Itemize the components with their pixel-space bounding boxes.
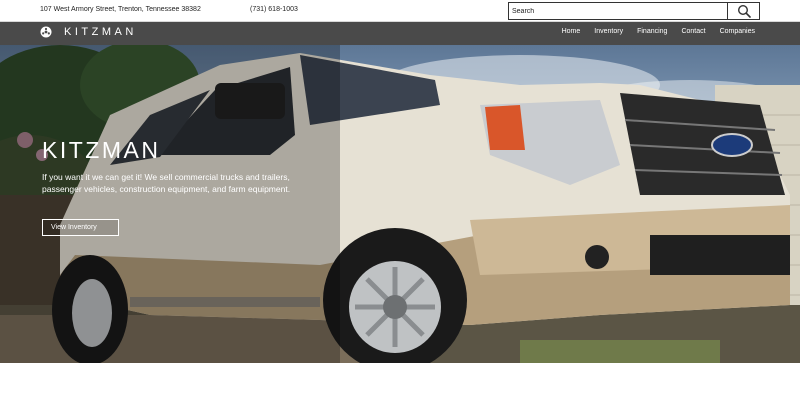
main-navbar: KITZMAN Home Inventory Financing Contact… — [0, 22, 800, 45]
view-inventory-button[interactable]: View Inventory — [42, 219, 119, 236]
phone-number[interactable]: (731) 618-1003 — [250, 6, 298, 13]
brand-name: KITZMAN — [64, 26, 137, 38]
nav-financing[interactable]: Financing — [637, 28, 667, 35]
search-input[interactable] — [509, 3, 727, 19]
page-bottom-space — [0, 363, 800, 406]
search-box — [508, 2, 760, 20]
primary-nav: Home Inventory Financing Contact Compani… — [562, 28, 755, 35]
hero-description: If you want it we can get it! We sell co… — [42, 172, 291, 194]
nav-contact[interactable]: Contact — [681, 28, 705, 35]
nav-home[interactable]: Home — [562, 28, 581, 35]
address-text: 107 West Armory Street, Trenton, Tenness… — [40, 6, 201, 13]
search-button[interactable] — [727, 3, 759, 19]
nav-inventory[interactable]: Inventory — [594, 28, 623, 35]
wheel-logo-icon — [40, 26, 52, 38]
hero-title: KITZMAN — [42, 137, 161, 163]
top-info-bar: 107 West Armory Street, Trenton, Tenness… — [0, 0, 800, 22]
hero-banner: KITZMAN If you want it we can get it! We… — [0, 45, 800, 363]
nav-companies[interactable]: Companies — [720, 28, 755, 35]
brand[interactable]: KITZMAN — [40, 26, 137, 38]
search-icon — [737, 4, 751, 18]
hero-truck-image — [0, 45, 800, 363]
page-frame: 107 West Armory Street, Trenton, Tenness… — [0, 0, 800, 406]
